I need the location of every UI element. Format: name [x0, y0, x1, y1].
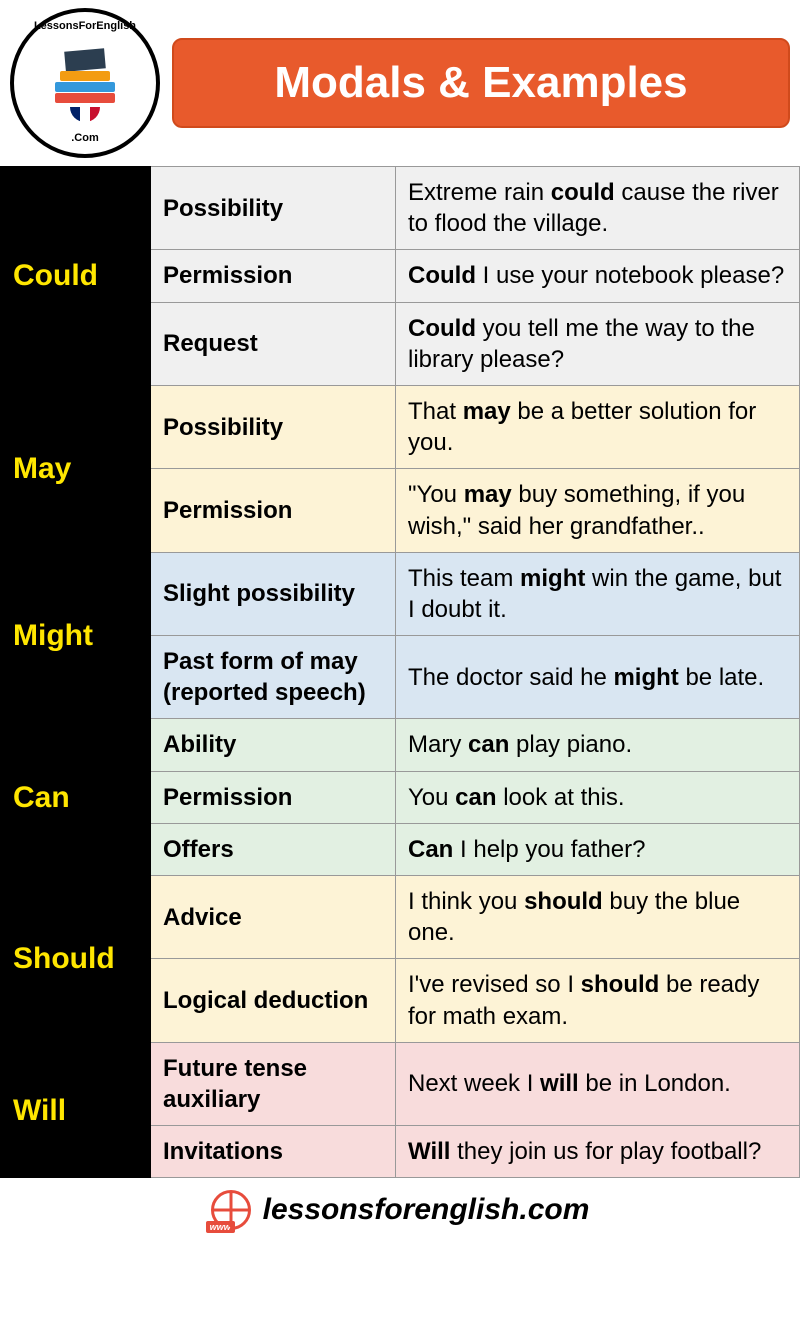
example-cell: The doctor said he might be late. — [396, 636, 800, 719]
example-text-bold: will — [540, 1070, 579, 1097]
modal-name-cell: Will — [1, 1042, 151, 1178]
table-row: WillFuture tense auxiliaryNext week I wi… — [1, 1042, 800, 1125]
example-cell: I think you should buy the blue one. — [396, 876, 800, 959]
usage-cell: Offers — [151, 823, 396, 875]
table-row: MightSlight possibilityThis team might w… — [1, 552, 800, 635]
example-text-post: look at this. — [497, 784, 625, 811]
example-text-bold: may — [463, 398, 511, 425]
example-text-post: I help you father? — [453, 836, 645, 863]
logo-text-bottom: .Com — [71, 132, 99, 144]
example-text-bold: can — [468, 731, 509, 758]
usage-cell: Advice — [151, 876, 396, 959]
page-title: Modals & Examples — [172, 38, 790, 128]
example-text-bold: Could — [408, 315, 476, 342]
www-label: www — [206, 1221, 235, 1233]
example-text-bold: might — [520, 565, 585, 592]
logo-text-top: LessonsForEnglish — [34, 20, 136, 32]
example-text-bold: Could — [408, 262, 476, 289]
example-cell: Extreme rain could cause the river to fl… — [396, 167, 800, 250]
example-text-bold: Can — [408, 836, 453, 863]
example-text-pre: You — [408, 784, 455, 811]
table-row: ShouldAdviceI think you should buy the b… — [1, 876, 800, 959]
globe-icon: www — [211, 1190, 251, 1230]
modal-name-cell: Should — [1, 876, 151, 1043]
example-cell: Could you tell me the way to the library… — [396, 302, 800, 385]
example-cell: Mary can play piano. — [396, 719, 800, 771]
example-text-pre: Extreme rain — [408, 179, 551, 206]
example-text-bold: Will — [408, 1138, 450, 1165]
footer: www lessonsforenglish.com — [0, 1178, 800, 1242]
footer-url: lessonsforenglish.com — [263, 1193, 590, 1227]
table-row: CouldPossibilityExtreme rain could cause… — [1, 167, 800, 250]
example-text-post: be late. — [679, 664, 764, 691]
example-cell: That may be a better solution for you. — [396, 385, 800, 468]
example-text-bold: should — [581, 971, 660, 998]
usage-cell: Permission — [151, 250, 396, 302]
example-cell: I've revised so I should be ready for ma… — [396, 959, 800, 1042]
example-text-bold: may — [464, 481, 512, 508]
example-text-post: play piano. — [509, 731, 632, 758]
example-cell: This team might win the game, but I doub… — [396, 552, 800, 635]
example-cell: "You may buy something, if you wish," sa… — [396, 469, 800, 552]
usage-cell: Invitations — [151, 1126, 396, 1178]
table-row: CanAbilityMary can play piano. — [1, 719, 800, 771]
usage-cell: Permission — [151, 771, 396, 823]
modal-name-cell: May — [1, 385, 151, 552]
example-cell: Could I use your notebook please? — [396, 250, 800, 302]
table-row: MayPossibilityThat may be a better solut… — [1, 385, 800, 468]
usage-cell: Request — [151, 302, 396, 385]
modal-name-cell: Might — [1, 552, 151, 719]
usage-cell: Permission — [151, 469, 396, 552]
graduation-cap-icon — [64, 48, 106, 71]
example-text-pre: I've revised so I — [408, 971, 581, 998]
example-text-pre: The doctor said he — [408, 664, 613, 691]
example-text-post: be in London. — [579, 1070, 731, 1097]
uk-flag-heart-icon — [70, 107, 100, 132]
example-text-pre: I think you — [408, 888, 524, 915]
example-text-pre: That — [408, 398, 463, 425]
example-cell: Next week I will be in London. — [396, 1042, 800, 1125]
modal-name-cell: Can — [1, 719, 151, 876]
modals-table: CouldPossibilityExtreme rain could cause… — [0, 166, 800, 1178]
example-text-post: I use your notebook please? — [476, 262, 784, 289]
books-icon — [55, 68, 115, 103]
example-text-pre: This team — [408, 565, 520, 592]
usage-cell: Possibility — [151, 385, 396, 468]
example-text-pre: Next week I — [408, 1070, 540, 1097]
example-cell: Can I help you father? — [396, 823, 800, 875]
logo-circle: LessonsForEnglish .Com — [10, 8, 160, 158]
usage-cell: Slight possibility — [151, 552, 396, 635]
example-cell: You can look at this. — [396, 771, 800, 823]
example-text-pre: Mary — [408, 731, 468, 758]
usage-cell: Future tense auxiliary — [151, 1042, 396, 1125]
usage-cell: Possibility — [151, 167, 396, 250]
usage-cell: Ability — [151, 719, 396, 771]
example-text-bold: should — [524, 888, 603, 915]
example-text-bold: can — [455, 784, 496, 811]
usage-cell: Logical deduction — [151, 959, 396, 1042]
example-text-bold: might — [613, 664, 678, 691]
example-cell: Will they join us for play football? — [396, 1126, 800, 1178]
example-text-post: they join us for play football? — [450, 1138, 761, 1165]
usage-cell: Past form of may (reported speech) — [151, 636, 396, 719]
header: LessonsForEnglish .Com Modals & Examples — [0, 0, 800, 166]
example-text-bold: could — [551, 179, 615, 206]
modal-name-cell: Could — [1, 167, 151, 386]
example-text-pre: "You — [408, 481, 464, 508]
